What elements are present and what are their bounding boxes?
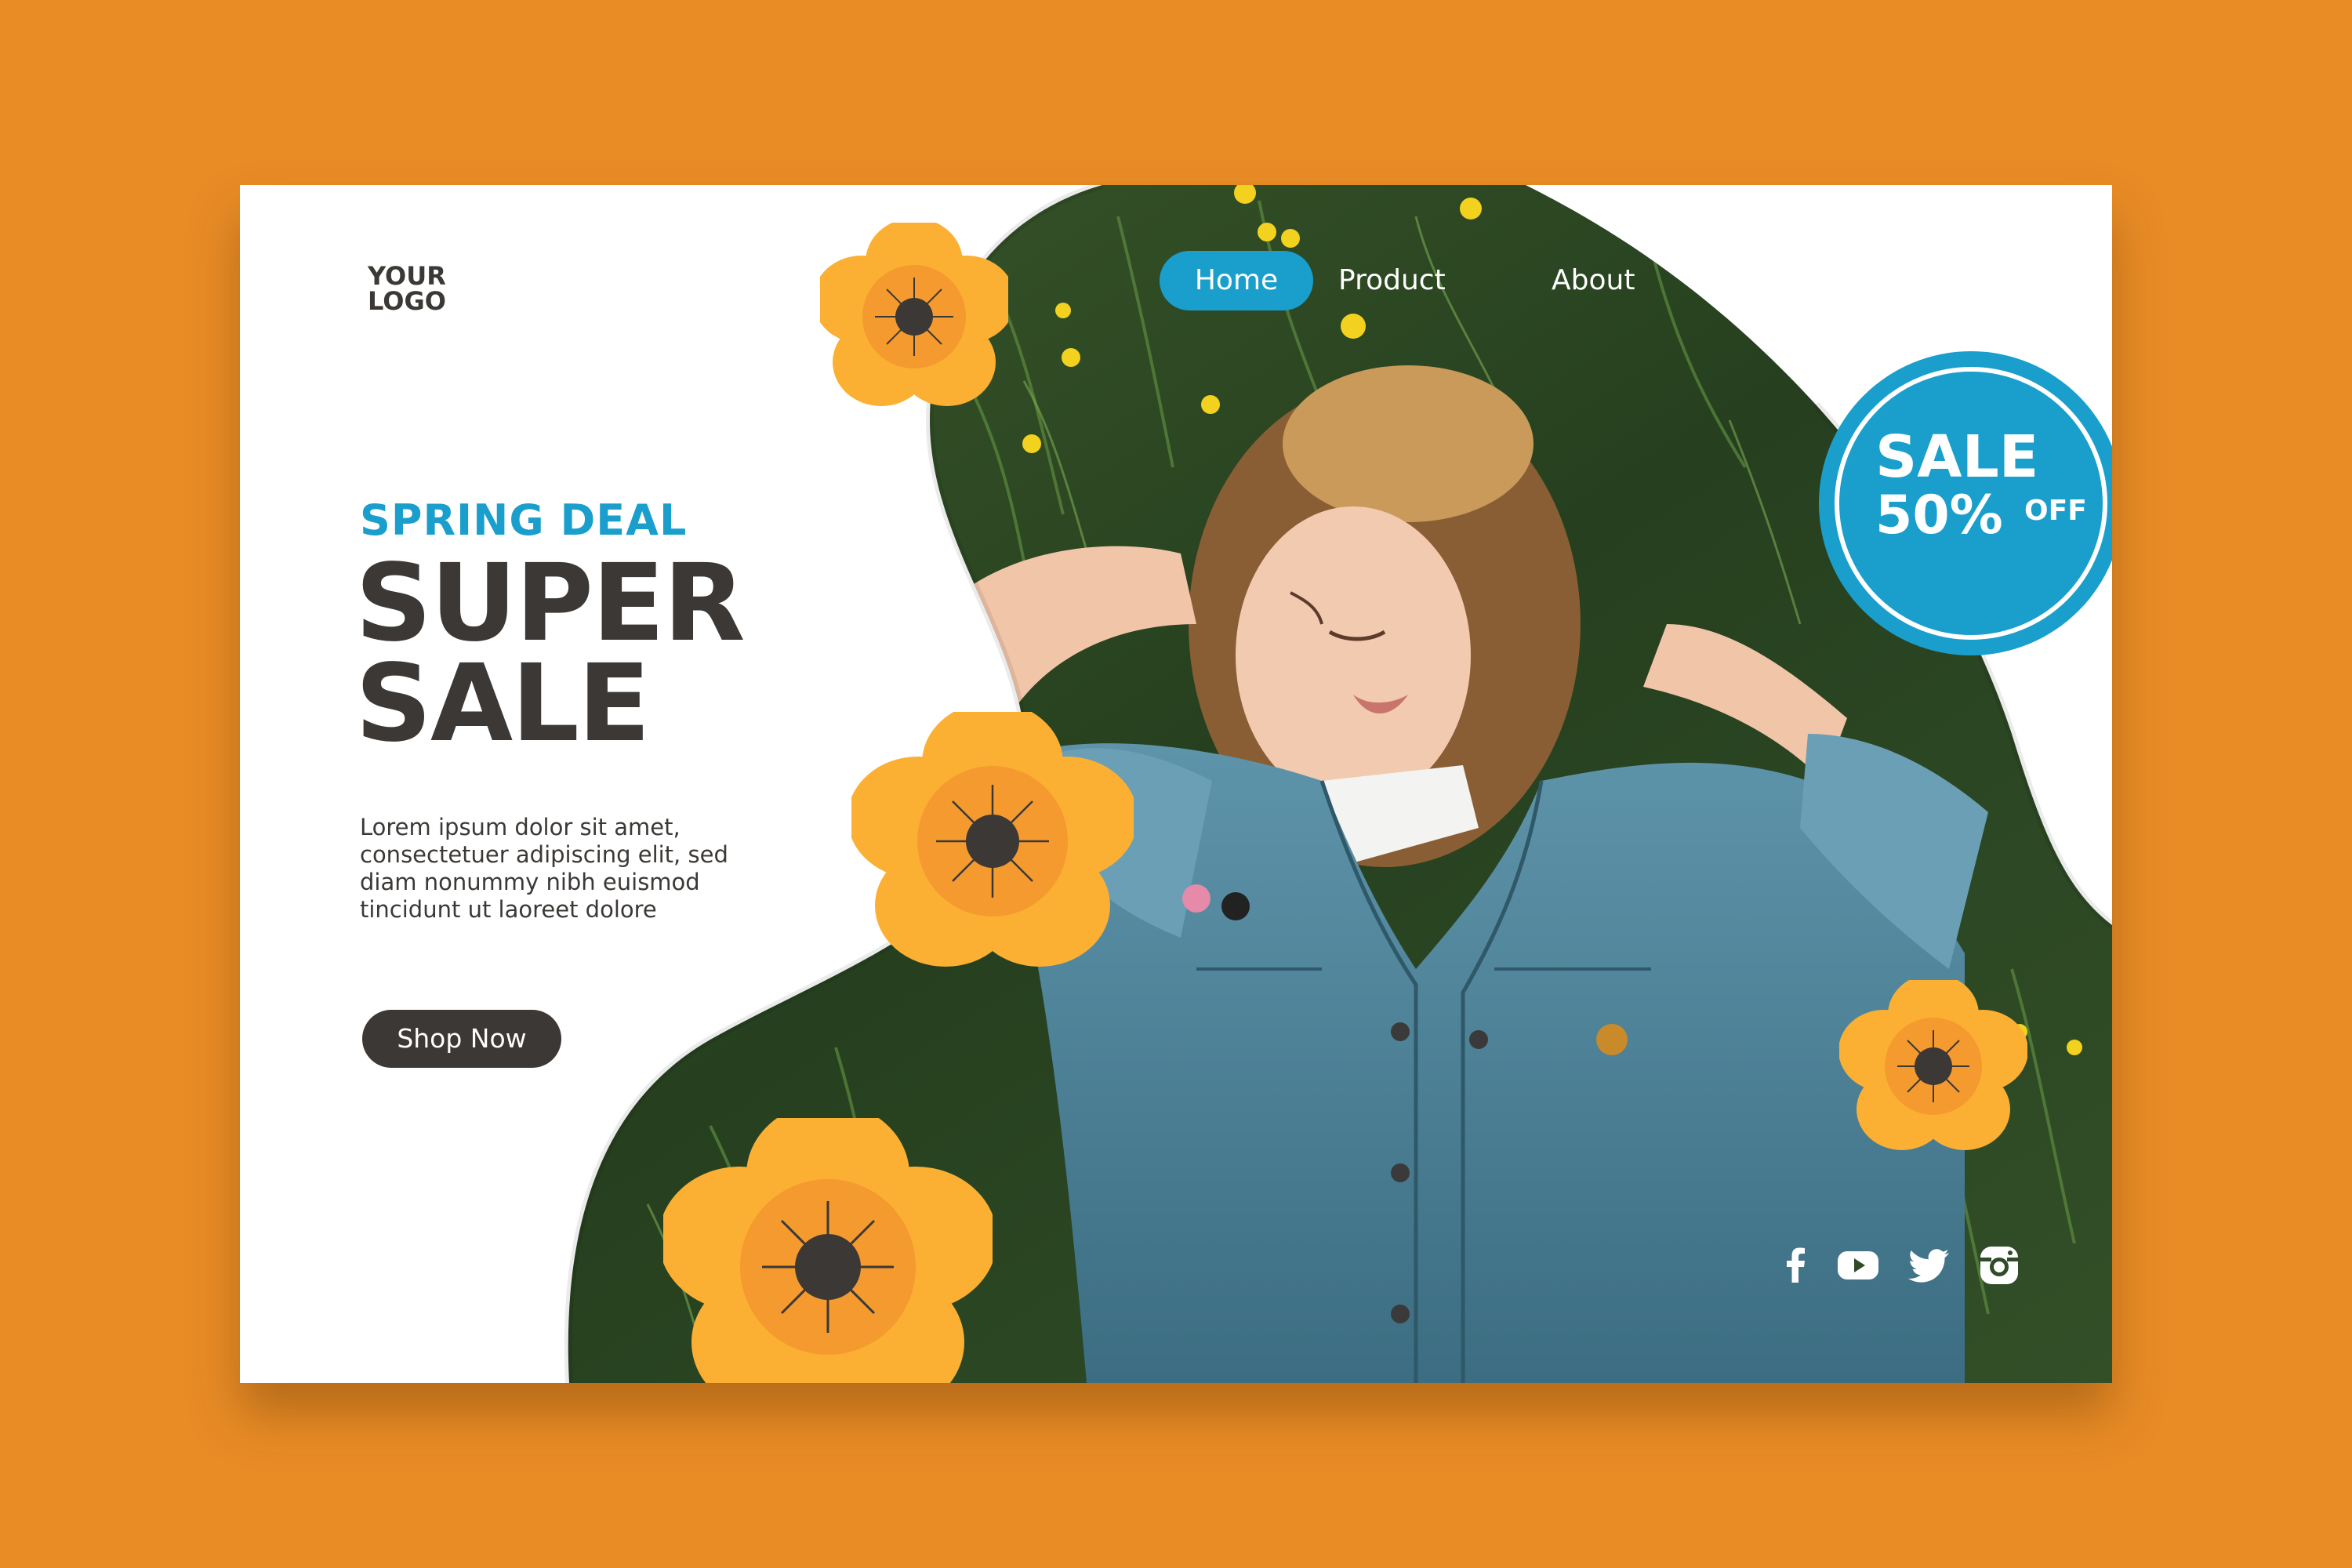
description-line: Lorem ipsum dolor sit amet, [360,814,681,840]
flower-icon [851,712,1134,967]
landing-page-card: YOUR LOGO Home Product About Contact FAQ… [240,185,2112,1383]
headline-line2: SALE [355,642,651,766]
flower-icon [1839,980,2027,1150]
badge-off-text: OFF [2024,495,2087,527]
sale-badge: SALE 50% OFF [1819,351,2112,655]
badge-sale-text: SALE [1875,423,2039,491]
flower-icon [820,223,1008,406]
hero-eyebrow: SPRING DEAL [360,495,688,545]
youtube-icon[interactable] [1835,1242,1882,1289]
nav-home[interactable]: Home [1160,251,1313,310]
logo-line1: YOUR [368,261,446,291]
logo-line2: LOGO [368,286,446,316]
instagram-icon[interactable] [1976,1242,2023,1289]
nav-faq[interactable]: FAQ [1940,251,1994,310]
hero-photo [564,185,2112,1383]
logo[interactable]: YOUR LOGO [368,263,446,314]
badge-percent-text: 50% [1875,485,2003,546]
facebook-icon[interactable] [1772,1242,1819,1289]
description-line: diam nonummy nibh euismod [360,869,700,895]
nav-contact[interactable]: Contact [1730,251,1839,310]
nav-product[interactable]: Product [1338,251,1446,310]
nav-about[interactable]: About [1552,251,1635,310]
hero-description: Lorem ipsum dolor sit amet, consectetuer… [360,814,799,924]
flower-icon [663,1118,993,1383]
description-line: tincidunt ut laoreet dolore [360,896,657,923]
description-line: consectetuer adipiscing elit, sed [360,841,728,868]
headline-line1: SUPER [355,542,746,666]
twitter-icon[interactable] [1907,1242,1954,1289]
shop-now-button[interactable]: Shop Now [362,1010,561,1068]
hero-headline: SUPER SALE [355,542,746,766]
